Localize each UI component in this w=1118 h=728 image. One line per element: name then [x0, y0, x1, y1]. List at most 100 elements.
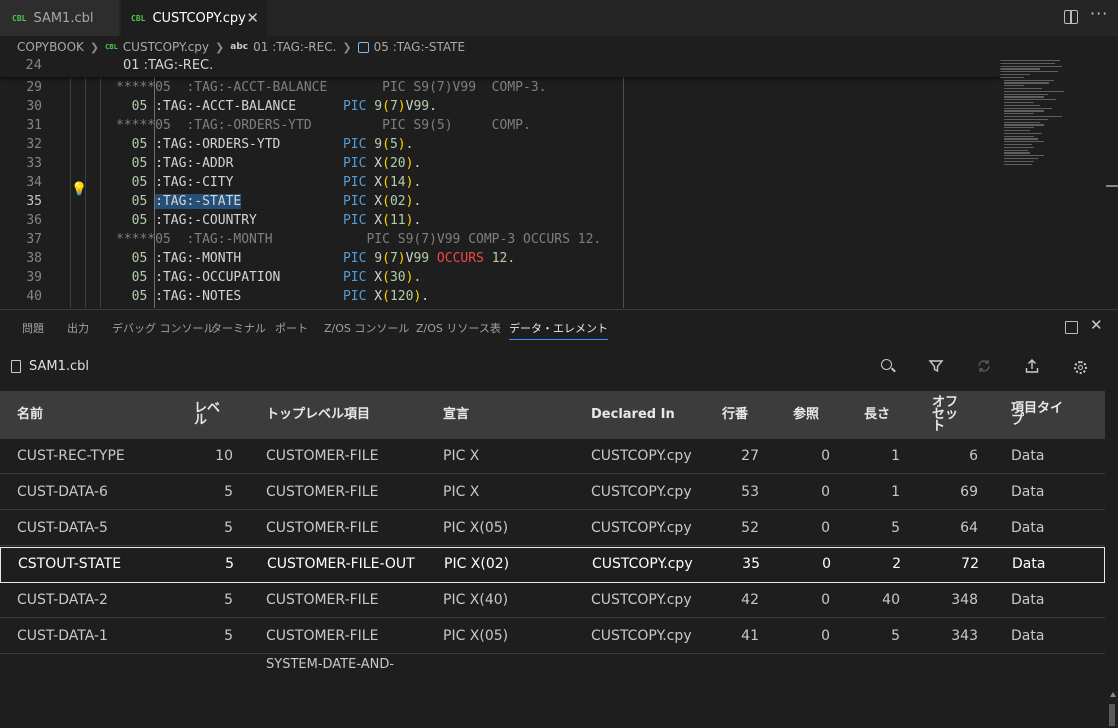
column-header-name[interactable]: 名前 [17, 391, 43, 439]
code-text: 05 :TAG:-COUNTRY PIC X(11). [131, 213, 422, 228]
column-header-offset[interactable]: オフセット [932, 391, 960, 439]
code-line[interactable]: 32 05 :TAG:-ORDERS-YTD PIC 9(5). [0, 135, 1000, 154]
settings-icon[interactable] [1071, 358, 1089, 376]
panel-tab-output[interactable]: 出力 [67, 320, 89, 336]
code-line[interactable]: 34 05 :TAG:-CITY PIC X(14). [0, 173, 1000, 192]
more-actions-icon[interactable]: ··· [1090, 4, 1108, 23]
table-row-selected[interactable]: CSTOUT-STATE 5 CUSTOMER-FILE-OUT PIC X(02) C… [0, 547, 1105, 583]
minimap-line [1004, 113, 1034, 115]
cell-item-type: Data [1011, 592, 1045, 608]
filter-icon[interactable] [927, 358, 945, 376]
table-row[interactable]: CUST-DATA-5 5 CUSTOMER-FILE PIC X(05) CUSTCO… [0, 511, 1105, 546]
code-text: 05 :TAG:-MONTH PIC 9(7)V99 OCCURS 12. [131, 251, 516, 266]
code-line[interactable]: 41 05 :TAG:-DATA-1 PIC X(05). [0, 306, 1000, 308]
split-editor-icon[interactable] [1064, 10, 1078, 24]
panel-tab-data-elements[interactable]: データ・エレメント [509, 320, 608, 340]
minimap-line [1004, 141, 1044, 143]
breadcrumb-record[interactable]: 01 :TAG:-REC. [253, 40, 336, 54]
cell-line: 42 [741, 592, 759, 608]
panel-tab-debug-console[interactable]: デバッグ コンソール [112, 320, 215, 336]
table-row[interactable]: CUST-DATA-1 5 CUSTOMER-FILE PIC X(05) CUSTCO… [0, 619, 1105, 654]
table-row[interactable]: CUST-DATA-6 5 CUSTOMER-FILE PIC X CUSTCOPY.c… [0, 475, 1105, 510]
indent-guide [100, 77, 101, 308]
tab-sam1[interactable]: CBL SAM1.cbl [0, 0, 120, 36]
editor-scroll-marker [1106, 185, 1118, 187]
code-text: 01 :TAG:-REC. [123, 58, 214, 73]
minimap-line [1004, 88, 1042, 90]
maximize-panel-icon[interactable] [1065, 321, 1078, 334]
code-line[interactable]: 37 *****05 :TAG:-MONTH PIC S9(7)V99 COMP-… [0, 230, 1000, 249]
data-elements-file: SAM1.cbl [11, 359, 89, 374]
column-header-item-type[interactable]: 項目タイプ [1011, 391, 1071, 439]
panel-tab-zos-console[interactable]: Z/OS コンソール [324, 320, 409, 336]
column-header-line[interactable]: 行番 [722, 391, 750, 439]
cell-line: 35 [742, 556, 760, 572]
minimap-line [1000, 74, 1030, 76]
minimap[interactable] [998, 58, 1068, 168]
panel-tab-problems[interactable]: 問題 [22, 320, 44, 336]
panel-tab-zos-resources[interactable]: Z/OS リソース表 [416, 320, 501, 336]
tab-custcopy[interactable]: CBL CUSTCOPY.cpy ✕ [121, 0, 267, 36]
code-line[interactable]: 30 05 :TAG:-ACCT-BALANCE PIC 9(7)V99. [0, 97, 1000, 116]
cell-name: CUST-DATA-5 [17, 520, 108, 536]
code-line[interactable]: 40 05 :TAG:-NOTES PIC X(120). [0, 287, 1000, 306]
minimap-line [1004, 160, 1034, 163]
code-editor[interactable]: 24 01 :TAG:-REC. 29 *****05 :TAG:-ACCT-BA… [0, 58, 1118, 308]
minimap-line [1004, 130, 1030, 132]
code-line[interactable]: 31 *****05 :TAG:-ORDERS-YTD PIC S9(5) COM… [0, 116, 1000, 135]
breadcrumb-field[interactable]: 05 :TAG:-STATE [374, 40, 465, 54]
sticky-scroll-line[interactable]: 24 01 :TAG:-REC. [0, 58, 1000, 77]
lightbulb-icon[interactable]: 💡 [71, 182, 87, 197]
minimap-line [1004, 152, 1030, 154]
cell-level: 5 [224, 520, 233, 536]
cell-name: CUST-DATA-1 [17, 628, 108, 644]
column-header-declaration[interactable]: 宣言 [443, 391, 469, 439]
code-text: 05 :TAG:-ADDR PIC X(20). [131, 156, 422, 171]
line-number: 40 [26, 289, 42, 304]
code-line[interactable]: 39 05 :TAG:-OCCUPATION PIC X(30). [0, 268, 1000, 287]
column-header-references[interactable]: 参照 [793, 391, 821, 439]
search-icon[interactable] [879, 358, 897, 376]
breadcrumb-folder[interactable]: COPYBOOK [17, 40, 84, 54]
minimap-line [1004, 79, 1054, 81]
chevron-right-icon: ❯ [89, 40, 100, 54]
minimap-line [1004, 96, 1044, 98]
column-header-declared-in[interactable]: Declared In [591, 391, 675, 439]
cell-item-type: Data [1011, 448, 1045, 464]
close-panel-icon[interactable]: ✕ [1090, 316, 1103, 334]
cobol-file-icon: CBL [105, 43, 118, 51]
table-row[interactable]: CUST-DATA-2 5 CUSTOMER-FILE PIC X(40) CUSTCO… [0, 583, 1105, 618]
cell-level: 5 [224, 628, 233, 644]
panel-scrollbar[interactable] [1108, 692, 1116, 728]
code-text: 05 :TAG:-OCCUPATION PIC X(30). [131, 270, 422, 285]
cell-length: 1 [891, 448, 900, 464]
minimap-line [1004, 118, 1048, 121]
breadcrumb-file[interactable]: CUSTCOPY.cpy [123, 40, 209, 54]
code-text: 05 :TAG:-DATA-1 PIC X(05). [116, 306, 421, 308]
table-row[interactable]: CUST-REC-TYPE 10 CUSTOMER-FILE PIC X CUSTCOP… [0, 439, 1105, 474]
cobol-file-icon: CBL [12, 13, 27, 23]
column-header-length[interactable]: 長さ [864, 391, 892, 439]
cell-declared-in: CUSTCOPY.cpy [591, 484, 692, 500]
code-line[interactable]: 36 05 :TAG:-COUNTRY PIC X(11). [0, 211, 1000, 230]
panel-tab-terminal[interactable]: ターミナル [211, 320, 266, 336]
code-line[interactable]: 33 05 :TAG:-ADDR PIC X(20). [0, 154, 1000, 173]
code-line[interactable]: 29 *****05 :TAG:-ACCT-BALANCE PIC S9(7)V9… [0, 78, 1000, 97]
data-elements-toolbar: SAM1.cbl [0, 344, 1118, 726]
cell-top-level: CUSTOMER-FILE-OUT [267, 556, 415, 572]
close-tab-icon[interactable]: ✕ [246, 9, 259, 27]
code-line[interactable]: 38 05 :TAG:-MONTH PIC 9(7)V99 OCCURS 12. [0, 249, 1000, 268]
cell-declared-in: CUSTCOPY.cpy [591, 448, 692, 464]
cell-level: 5 [225, 556, 234, 572]
cell-references: 0 [821, 592, 830, 608]
cell-level: 5 [224, 592, 233, 608]
file-icon [11, 360, 21, 373]
column-header-top-level[interactable]: トップレベル項目 [266, 391, 370, 439]
column-header-level[interactable]: レベル [194, 391, 222, 439]
panel-tab-ports[interactable]: ポート [275, 320, 308, 336]
minimap-line [1004, 158, 1038, 160]
cell-line: 41 [741, 628, 759, 644]
cell-name: CSTOUT-STATE [18, 556, 122, 572]
export-icon[interactable] [1023, 358, 1041, 376]
code-line[interactable]: 35 05 :TAG:-STATE PIC X(02). [0, 192, 1000, 211]
